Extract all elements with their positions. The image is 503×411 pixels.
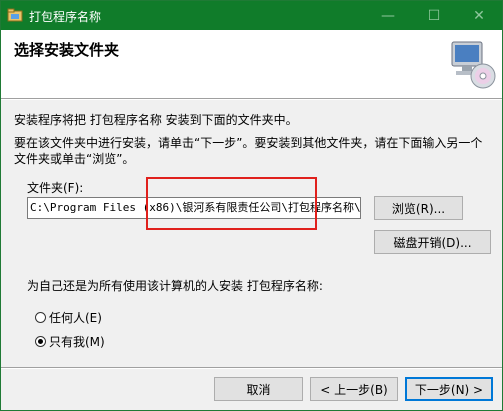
intro-text: 安装程序将把 打包程序名称 安装到下面的文件夹中。: [14, 113, 298, 127]
radio-everyone[interactable]: 任何人(E): [35, 309, 102, 326]
installer-app-icon: [7, 8, 23, 22]
close-icon: ✕: [473, 7, 485, 24]
page-title: 选择安装文件夹: [14, 41, 120, 59]
disk-cost-button[interactable]: 磁盘开销(D)...: [374, 230, 491, 254]
minimize-icon: —: [381, 7, 395, 24]
browse-button[interactable]: 浏览(R)...: [374, 196, 463, 220]
close-button[interactable]: ✕: [456, 1, 502, 30]
wizard-header: 选择安装文件夹: [1, 30, 502, 99]
title-bar[interactable]: 打包程序名称 — ☐ ✕: [1, 1, 502, 30]
next-button[interactable]: 下一步(N) >: [405, 377, 493, 401]
window-title: 打包程序名称: [29, 10, 102, 24]
radio-just-me[interactable]: 只有我(M): [35, 333, 105, 350]
installer-window: 打包程序名称 — ☐ ✕ 选择安装文件夹 安装程序将把 打包程序名称 安装到下面…: [0, 0, 503, 411]
folder-label: 文件夹(F):: [27, 181, 84, 195]
radio-just-me-label: 只有我(M): [49, 335, 105, 349]
install-for-label: 为自己还是为所有使用该计算机的人安装 打包程序名称:: [27, 279, 323, 293]
cancel-button[interactable]: 取消: [214, 377, 303, 401]
maximize-icon: ☐: [427, 7, 441, 24]
computer-cd-icon: [451, 41, 496, 89]
radio-unchecked-icon[interactable]: [35, 312, 46, 323]
back-button[interactable]: < 上一步(B): [310, 377, 398, 401]
folder-path-input[interactable]: C:\Program Files (x86)\银河系有限责任公司\打包程序名称\: [27, 197, 361, 219]
footer-separator: [1, 367, 502, 369]
maximize-button[interactable]: ☐: [411, 1, 457, 30]
radio-everyone-label: 任何人(E): [49, 311, 102, 325]
header-separator: [1, 99, 502, 100]
help-text: 要在该文件夹中进行安装，请单击“下一步”。要安装到其他文件夹，请在下面输入另一个…: [14, 136, 483, 166]
minimize-button[interactable]: —: [365, 1, 411, 30]
radio-checked-icon[interactable]: [35, 336, 46, 347]
